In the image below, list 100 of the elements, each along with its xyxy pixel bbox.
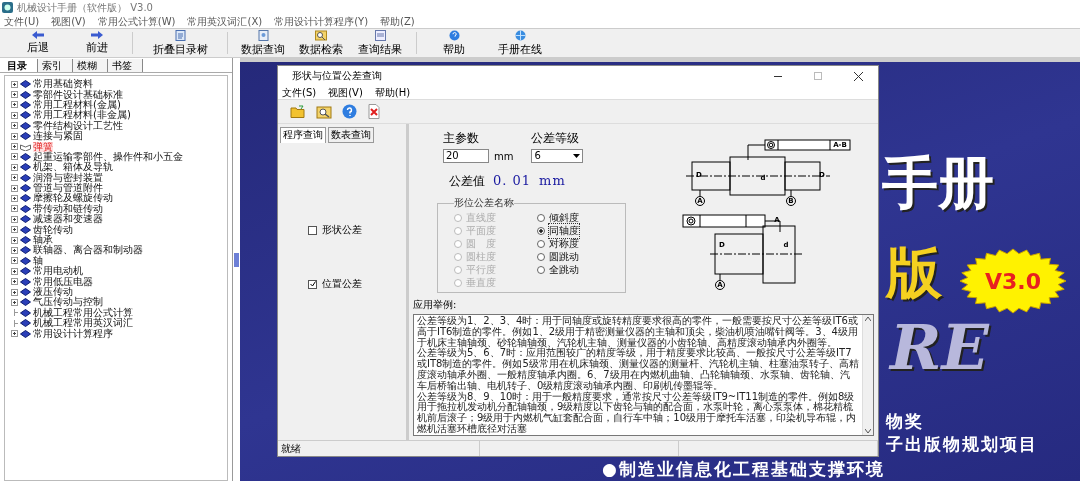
splash-line: ●制造业信息化工程基础支撑环境 <box>602 458 885 481</box>
menu-item[interactable]: 常用公式计算(W) <box>97 14 176 29</box>
scroll-down-icon[interactable] <box>865 429 871 433</box>
toolbar-button[interactable]: 折叠目录树 <box>139 29 221 57</box>
tree-item[interactable]: 联轴器、离合器和制动器 <box>33 245 143 256</box>
tree-item[interactable]: 减速器和变速器 <box>33 214 103 225</box>
toolbar-button[interactable]: 后退 <box>8 29 68 57</box>
expand-icon[interactable] <box>11 91 18 99</box>
expand-icon[interactable] <box>11 184 18 192</box>
menu-item[interactable]: 常用英汉词汇(X) <box>187 14 263 29</box>
menu-item[interactable]: 文件(U) <box>4 14 40 29</box>
checkbox[interactable] <box>308 279 317 289</box>
tree-item[interactable]: 常用电动机 <box>33 266 83 277</box>
grade-dropdown[interactable]: 6 <box>531 149 584 163</box>
radio-option[interactable]: 全跳动 <box>536 264 619 276</box>
window-icon <box>374 29 386 41</box>
expand-icon[interactable] <box>11 111 18 119</box>
expand-icon[interactable] <box>11 174 18 182</box>
checkbox[interactable] <box>308 225 317 235</box>
app-icon <box>2 2 13 13</box>
example-text-area[interactable] <box>413 314 874 436</box>
tree-item[interactable]: 弹簧 <box>33 141 53 152</box>
left-arrow-icon <box>32 31 44 39</box>
expand-icon[interactable] <box>11 143 18 151</box>
unit-label: mm <box>494 150 514 162</box>
expand-icon[interactable] <box>11 132 18 140</box>
toolbar-button[interactable]: 帮助 <box>423 29 485 57</box>
splash-title: 手册 <box>882 155 994 211</box>
expand-icon[interactable] <box>11 205 18 213</box>
menu-item[interactable]: 常用设计计算程序(Y) <box>274 14 369 29</box>
radio-option[interactable]: 倾斜度 <box>536 212 619 224</box>
toolbar-button[interactable]: 查询结果 <box>350 29 410 57</box>
tree-item[interactable]: 带传动和链传动 <box>33 203 103 214</box>
expand-icon[interactable] <box>11 278 18 286</box>
tree-item[interactable]: 零部件设计基础标准 <box>33 89 123 100</box>
toolbar-button[interactable]: 前进 <box>68 29 126 57</box>
scroll-up-icon[interactable] <box>865 317 871 321</box>
nav-tab[interactable]: 模糊 <box>73 59 108 72</box>
tree-item[interactable]: 机架、箱体及导轨 <box>33 162 113 173</box>
tree-item[interactable]: 机械工程常用公式计算 <box>33 307 133 318</box>
expand-icon[interactable] <box>11 330 18 338</box>
open-book-icon <box>20 142 31 151</box>
expand-icon[interactable] <box>11 267 18 275</box>
toolbar-button[interactable]: 数据查询 <box>234 29 292 57</box>
tree-item[interactable]: 常用设计计算程序 <box>33 328 113 339</box>
tab[interactable]: 数表查询 <box>328 127 374 143</box>
expand-icon[interactable] <box>11 163 18 171</box>
expand-icon[interactable] <box>11 122 18 130</box>
expand-icon[interactable] <box>11 153 18 161</box>
expand-icon[interactable] <box>11 226 18 234</box>
expand-icon[interactable] <box>11 298 18 306</box>
scrollbar[interactable] <box>862 315 873 435</box>
dropdown-caret-icon[interactable] <box>573 154 581 159</box>
radio-option[interactable]: 圆跳动 <box>536 251 619 263</box>
example-paragraph: 公差等级为5、6、7时：应用范围较广的精度等级，用于精度要求比较高、一般按尺寸公差等级IT7或IT8制造的零件。例如5级常用在机床轴颈、测量仪器的测量杆、汽轮机主轴、柱塞油泵转子、高精度滚动轴承外圈、一般精度轴承内圈。6、7级用在内燃机曲轴、凸轮轴轴颈、水泵轴、齿轮轴、汽车后桥输出轴、电机转子、0级精度滚动轴承内圈、印刷机传墨辊等。 <box>417 348 859 392</box>
tree-item[interactable]: 起重运输零部件、操作件和小五金 <box>33 151 183 162</box>
tree-item[interactable]: 轴承 <box>33 235 53 246</box>
tree-item[interactable]: 常用基础资料 <box>33 79 93 90</box>
result-label: 公差值 <box>449 173 485 190</box>
tree-item[interactable]: 常用低压电器 <box>33 276 93 287</box>
right-arrow-icon <box>91 31 103 39</box>
menu-item[interactable]: 视图(V) <box>51 14 86 29</box>
expand-icon[interactable] <box>11 288 18 296</box>
tree-item[interactable]: 常用工程材料(非金属) <box>33 110 131 121</box>
tree-item[interactable]: 零件结构设计工艺性 <box>33 120 123 131</box>
radio-option[interactable]: 对称度 <box>536 238 619 250</box>
tree-item[interactable]: 液压传动 <box>33 287 73 297</box>
menu-item[interactable]: 帮助(Z) <box>380 14 415 29</box>
toolbar-button[interactable]: 手册在线 <box>485 29 555 57</box>
menu-item[interactable]: 文件(S) <box>282 86 317 99</box>
tree-item[interactable]: 常用工程材料(金属) <box>33 99 121 110</box>
expand-icon[interactable] <box>11 80 18 88</box>
expand-icon[interactable] <box>11 195 18 202</box>
radio-option[interactable]: 同轴度 <box>536 225 619 237</box>
nav-tab[interactable]: 索引 <box>38 59 73 72</box>
tree-item[interactable]: 摩擦轮及螺旋传动 <box>33 193 113 204</box>
tree-item[interactable]: 机械工程常用英汉词汇 <box>33 318 133 329</box>
close-document-icon[interactable] <box>367 104 381 119</box>
input-field[interactable]: 20 <box>443 149 489 163</box>
tree-item[interactable]: 轴 <box>33 255 43 266</box>
toolbar-button[interactable]: 数据检索 <box>292 29 350 57</box>
menu-item[interactable]: 帮助(H) <box>374 86 411 99</box>
expand-icon[interactable] <box>11 101 18 109</box>
tab[interactable]: 程序查询 <box>280 127 326 143</box>
tree-item[interactable]: 润滑与密封装置 <box>33 172 103 183</box>
checkbox-label: 形状公差 <box>322 223 362 237</box>
tree-item[interactable]: 齿轮传动 <box>33 224 73 235</box>
magnifier-icon[interactable] <box>316 104 332 119</box>
help-icon[interactable] <box>342 104 357 119</box>
nav-tab[interactable]: 书签 <box>108 59 143 72</box>
splitter-handle[interactable] <box>234 253 239 267</box>
document-icon <box>174 29 186 41</box>
expand-icon[interactable] <box>11 236 18 244</box>
folder-icon[interactable] <box>290 104 306 119</box>
expand-icon[interactable] <box>11 246 18 254</box>
expand-icon[interactable] <box>11 257 18 265</box>
tree-item[interactable]: 连接与紧固 <box>33 131 83 142</box>
expand-icon[interactable] <box>11 215 18 223</box>
menu-item[interactable]: 视图(V) <box>328 86 363 99</box>
tree-item[interactable]: 气压传动与控制 <box>33 297 103 308</box>
